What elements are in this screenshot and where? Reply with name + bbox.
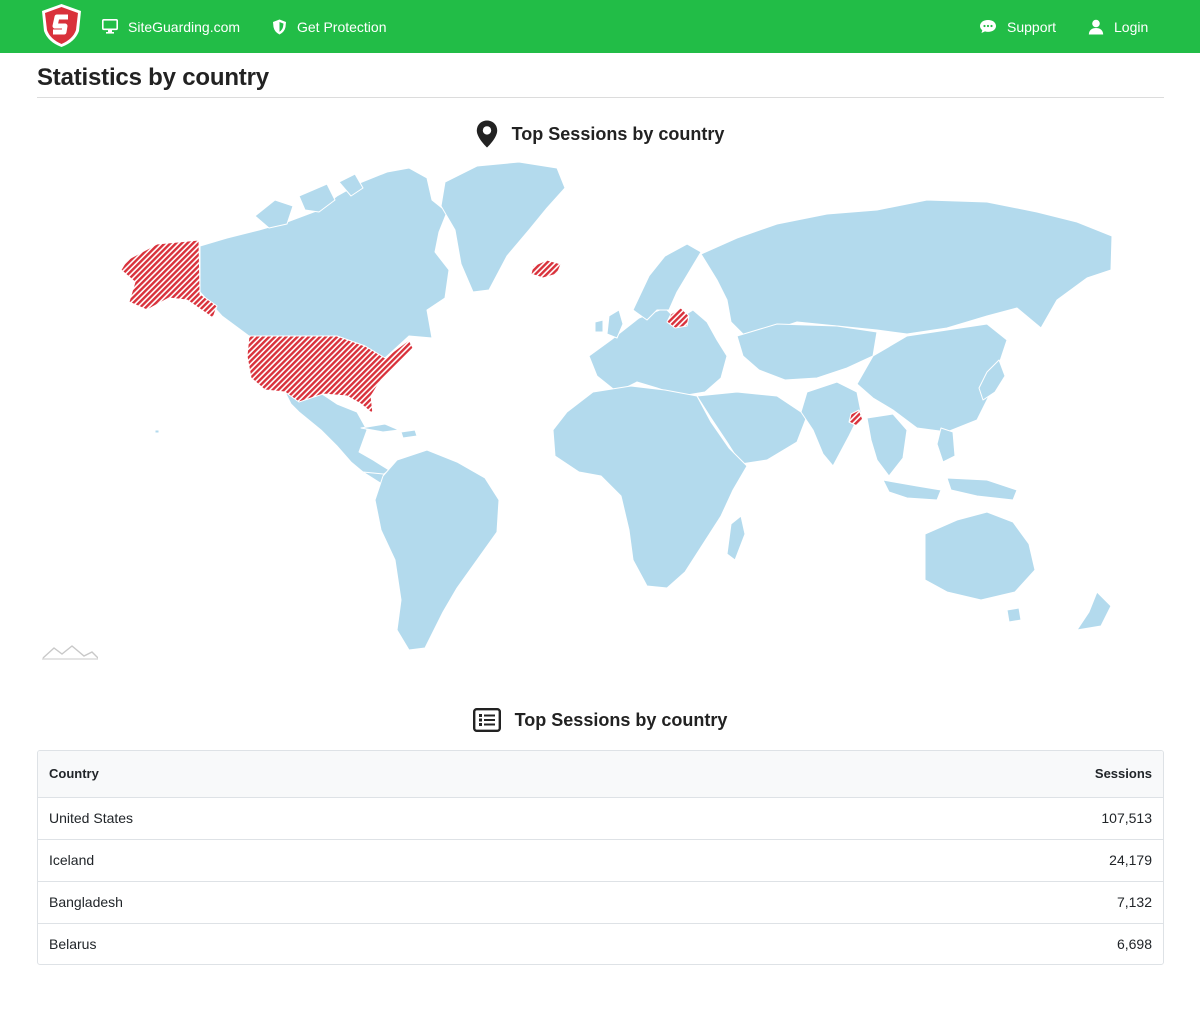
nav-siteguarding-link[interactable]: SiteGuarding.com <box>102 0 240 53</box>
map-mexico[interactable] <box>284 391 390 479</box>
table-section-title: Top Sessions by country <box>514 709 728 730</box>
shield-icon <box>273 19 286 34</box>
nav-login-link[interactable]: Login <box>1088 0 1148 53</box>
sessions-cell: 24,179 <box>682 838 1163 881</box>
map-watermark-logo <box>42 644 98 660</box>
sessions-table: Country Sessions United States 107,513 I… <box>38 751 1163 964</box>
monitor-icon <box>102 19 118 34</box>
nav-support-link[interactable]: Support <box>979 0 1056 53</box>
title-divider <box>37 97 1164 98</box>
country-cell: United States <box>49 810 134 826</box>
map-pin-icon <box>476 120 497 148</box>
map-australia[interactable] <box>924 511 1036 601</box>
siteguarding-logo[interactable] <box>40 3 83 48</box>
user-icon <box>1088 19 1104 34</box>
map-country-belarus[interactable] <box>666 307 690 329</box>
world-map[interactable] <box>37 160 1164 665</box>
map-philippines[interactable] <box>936 427 956 463</box>
nav-get-protection-label: Get Protection <box>297 18 387 35</box>
map-madagascar[interactable] <box>726 515 746 561</box>
map-new-zealand[interactable] <box>1006 591 1112 631</box>
sessions-cell: 107,513 <box>1101 810 1152 826</box>
map-southeast-asia[interactable] <box>866 413 908 477</box>
map-country-iceland[interactable] <box>530 259 562 279</box>
nav-support-label: Support <box>1007 18 1057 35</box>
country-cell: Iceland <box>38 838 683 881</box>
table-section-heading: Top Sessions by country <box>0 704 1200 736</box>
nav-get-protection-link[interactable]: Get Protection <box>272 0 387 53</box>
map-uk[interactable] <box>594 309 624 339</box>
map-caribbean[interactable] <box>360 423 418 439</box>
map-south-america[interactable] <box>374 449 500 651</box>
table-row: Belarus 6,698 <box>38 922 1163 964</box>
sessions-table-container: Country Sessions United States 107,513 I… <box>37 750 1164 965</box>
map-section-title: Top Sessions by country <box>511 123 725 144</box>
nav-login-label: Login <box>1114 18 1149 35</box>
map-section-heading: Top Sessions by country <box>0 118 1200 150</box>
table-row: United States 107,513 <box>38 797 1163 839</box>
nav-siteguarding-label: SiteGuarding.com <box>128 18 241 35</box>
sessions-cell: 7,132 <box>682 880 1163 923</box>
page-title: Statistics by country <box>37 64 269 91</box>
country-cell: Bangladesh <box>38 880 683 923</box>
map-scandinavia[interactable] <box>632 243 702 321</box>
map-indonesia[interactable] <box>882 477 1018 501</box>
column-header-sessions[interactable]: Sessions <box>682 751 1163 798</box>
chat-bubble-icon <box>980 20 996 33</box>
table-header-row: Country Sessions <box>38 751 1163 798</box>
list-icon <box>472 708 501 732</box>
country-cell: Belarus <box>38 922 683 964</box>
sessions-cell: 6,698 <box>682 922 1163 964</box>
map-hawaii[interactable] <box>154 429 160 434</box>
table-row: Bangladesh 7,132 <box>38 880 1163 923</box>
top-navbar: SiteGuarding.com Get Protection Support … <box>0 0 1200 53</box>
table-row: Iceland 24,179 <box>38 838 1163 881</box>
map-russia[interactable] <box>700 199 1113 337</box>
map-central-asia[interactable] <box>736 323 878 381</box>
column-header-country[interactable]: Country <box>38 751 683 798</box>
